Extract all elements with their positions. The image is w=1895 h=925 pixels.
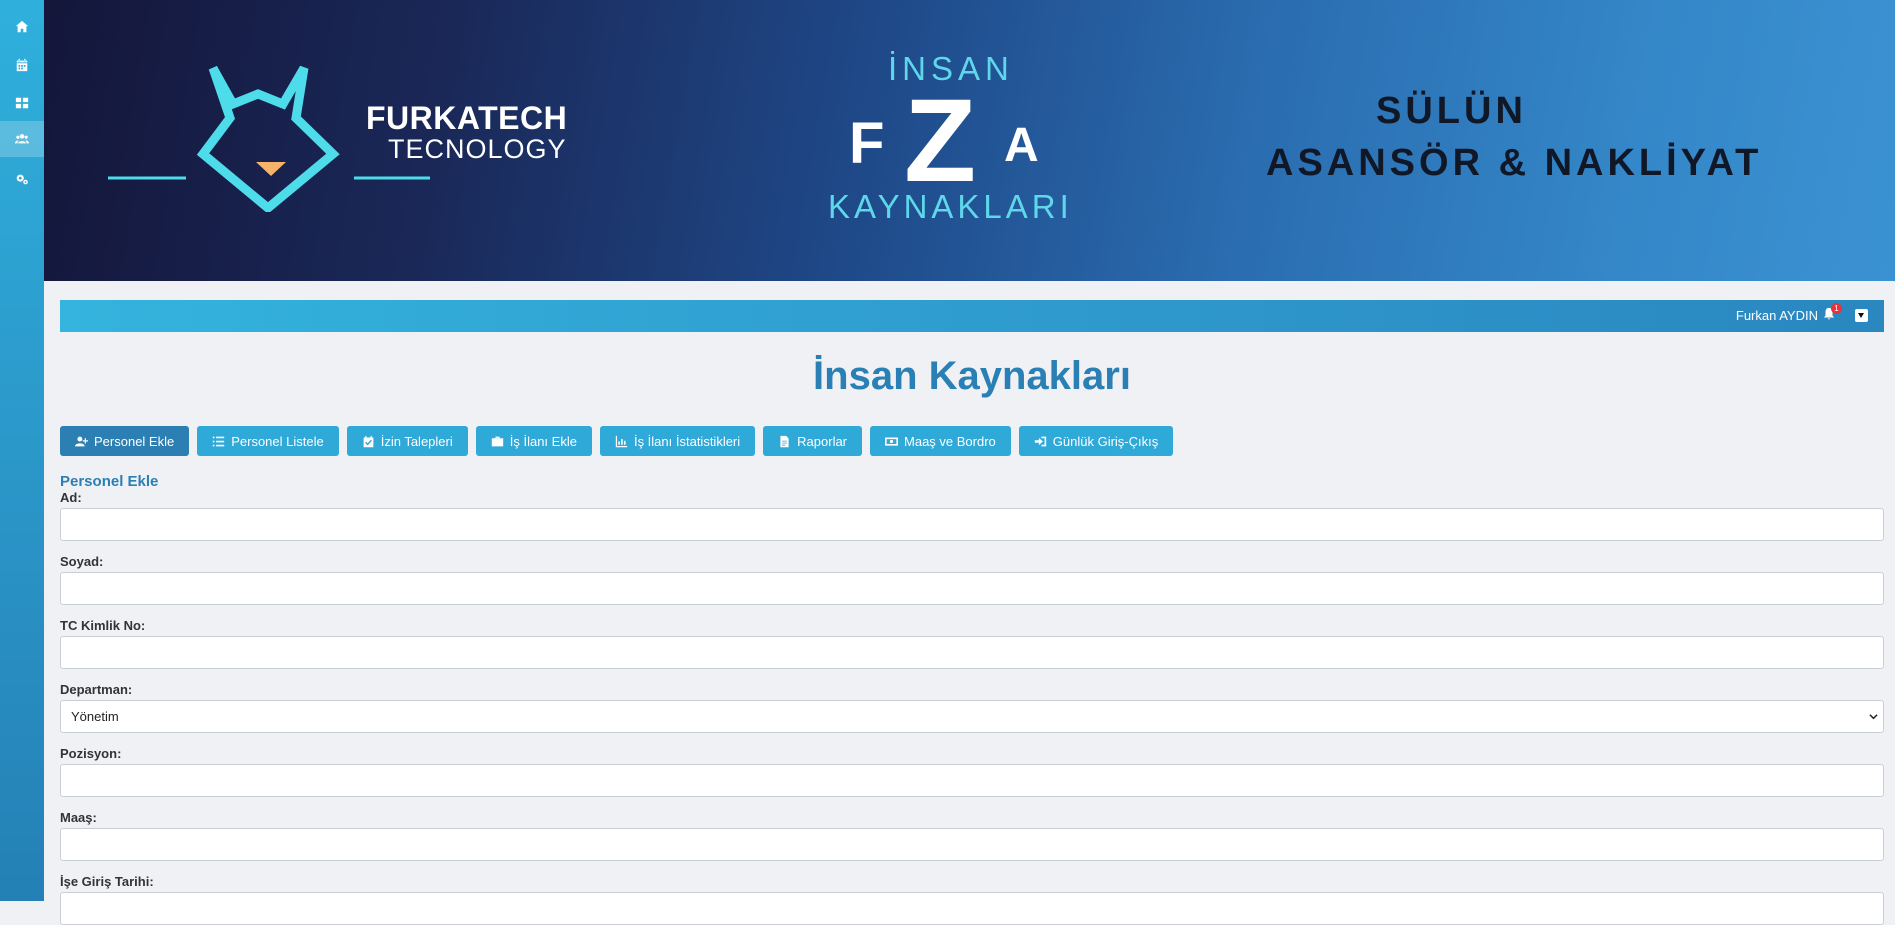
action-toolbar: Personel Ekle Personel Listele İzin Tale… xyxy=(60,426,1174,456)
department-select[interactable]: Yönetim xyxy=(60,700,1884,733)
start-date-label: İşe Giriş Tarihi: xyxy=(60,874,154,889)
brand-name: FURKATECH xyxy=(366,100,568,136)
sidebar-item-dashboard[interactable] xyxy=(0,85,44,121)
page-title: İnsan Kaynakları xyxy=(813,354,1131,398)
position-label: Pozisyon: xyxy=(60,746,122,761)
leave-requests-label: İzin Talepleri xyxy=(380,433,453,449)
brand-subtitle: TECNOLOGY xyxy=(388,134,567,164)
tc-id-label: TC Kimlik No: xyxy=(60,618,146,633)
add-personnel-label: Personel Ekle xyxy=(94,433,175,449)
calendar-check-icon xyxy=(363,435,374,447)
add-personnel-button[interactable]: Personel Ekle xyxy=(60,426,190,456)
last-name-input[interactable] xyxy=(60,572,1884,605)
sidebar-item-users[interactable] xyxy=(0,121,44,157)
hr-logo-letter-f: F xyxy=(849,111,885,176)
salary-payroll-button[interactable]: Maaş ve Bordro xyxy=(870,426,1011,456)
header-banner: FURKATECH TECNOLOGY İNSAN F Z A KAYNAKLA… xyxy=(44,0,1895,281)
last-name-label: Soyad: xyxy=(60,554,104,569)
list-personnel-label: Personel Listele xyxy=(231,433,324,449)
home-icon xyxy=(15,20,29,33)
briefcase-icon xyxy=(491,436,503,446)
file-icon xyxy=(780,435,789,447)
list-personnel-button[interactable]: Personel Listele xyxy=(197,426,339,456)
user-plus-icon xyxy=(75,436,88,446)
company-name-line2: ASANSÖR & NAKLİYAT xyxy=(1266,142,1763,184)
notification-badge: 1 xyxy=(1831,303,1842,314)
reports-button[interactable]: Raporlar xyxy=(763,426,863,456)
department-select-value[interactable]: Yönetim xyxy=(60,700,1884,733)
salary-input[interactable] xyxy=(60,828,1884,861)
department-label: Departman: xyxy=(60,682,133,697)
gears-icon xyxy=(16,174,28,185)
job-posting-stats-button[interactable]: İş İlanı İstatistikleri xyxy=(599,426,756,456)
hr-logo-letter-z: Z xyxy=(904,75,977,207)
sidebar xyxy=(0,0,44,901)
sidebar-item-calendar[interactable] xyxy=(0,47,44,83)
sidebar-item-home[interactable] xyxy=(0,9,44,45)
daily-checkin-label: Günlük Giriş-Çıkış xyxy=(1052,433,1159,449)
first-name-input[interactable] xyxy=(60,508,1884,541)
list-icon xyxy=(213,436,225,446)
chart-icon xyxy=(615,435,628,447)
reports-label: Raporlar xyxy=(797,433,848,449)
form-section-title: Personel Ekle xyxy=(60,473,159,490)
hr-logo-bottom-text: KAYNAKLARI xyxy=(828,188,1073,225)
leave-requests-button[interactable]: İzin Talepleri xyxy=(346,426,468,456)
salary-payroll-label: Maaş ve Bordro xyxy=(904,433,996,449)
sign-in-icon xyxy=(1034,436,1046,446)
notifications-button[interactable]: 1 xyxy=(1822,303,1842,323)
tc-id-input[interactable] xyxy=(60,636,1884,669)
user-menu-dropdown[interactable] xyxy=(1855,309,1868,322)
chevron-down-icon xyxy=(1869,714,1878,720)
company-name-line1: SÜLÜN xyxy=(1376,90,1527,132)
position-input[interactable] xyxy=(60,764,1884,797)
dashboard-grid-icon xyxy=(15,97,29,109)
money-icon xyxy=(885,436,899,446)
hr-logo-letter-a: A xyxy=(1004,119,1039,172)
add-job-posting-button[interactable]: İş İlanı Ekle xyxy=(475,426,592,456)
daily-checkin-button[interactable]: Günlük Giriş-Çıkış xyxy=(1018,426,1174,456)
sidebar-item-settings[interactable] xyxy=(0,161,44,197)
top-user-bar: Furkan AYDIN 1 xyxy=(60,300,1884,332)
job-posting-stats-label: İş İlanı İstatistikleri xyxy=(633,433,741,449)
add-job-posting-label: İş İlanı Ekle xyxy=(509,433,577,449)
calendar-icon xyxy=(16,58,28,72)
first-name-label: Ad: xyxy=(60,490,82,505)
salary-label: Maaş: xyxy=(60,810,97,825)
user-name[interactable]: Furkan AYDIN xyxy=(1736,308,1818,323)
start-date-input[interactable] xyxy=(60,892,1884,925)
users-icon xyxy=(15,134,29,144)
